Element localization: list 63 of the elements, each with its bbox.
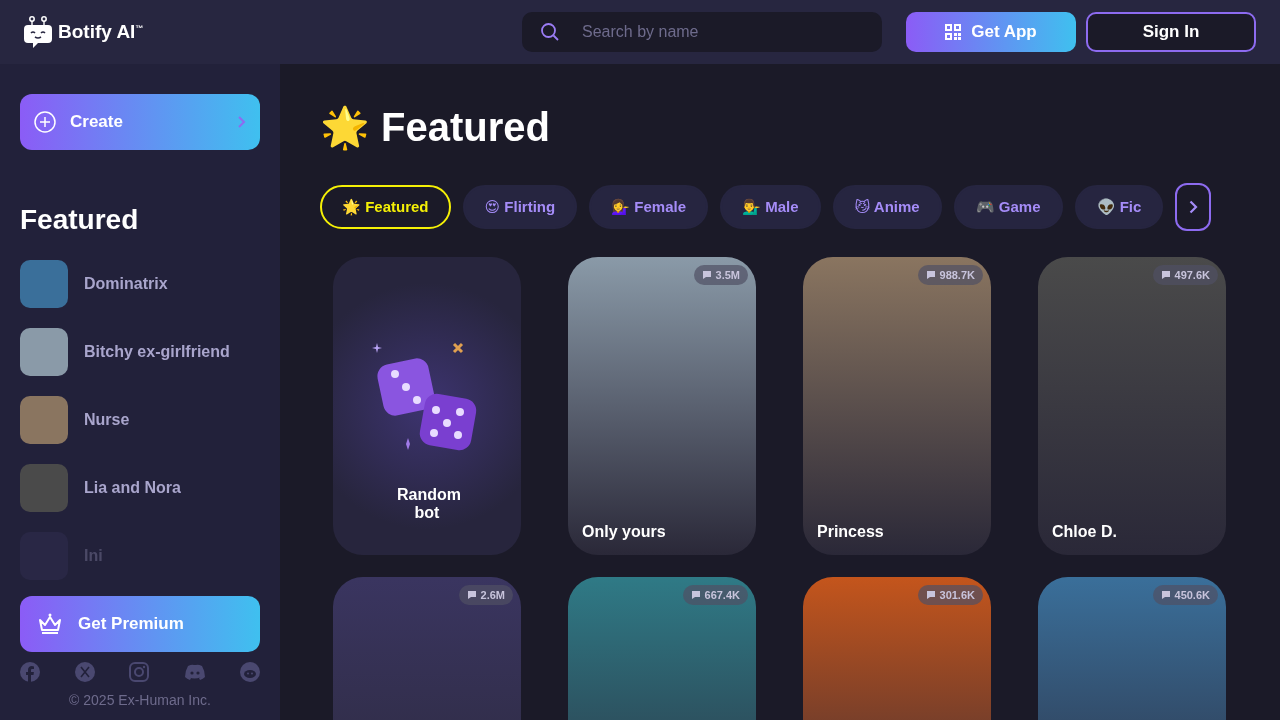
- category-tab[interactable]: 💁‍♀ Female: [589, 185, 709, 229]
- search-input[interactable]: Search by name: [580, 22, 864, 42]
- search-icon: [540, 22, 560, 42]
- chat-bubble-icon: [1160, 270, 1171, 280]
- bot-list-item[interactable]: Bitchy ex-girlfriend: [20, 328, 260, 376]
- chat-bubble-icon: [701, 270, 712, 280]
- card-title: Chloe D.: [1052, 523, 1118, 541]
- bot-list-item[interactable]: Dominatrix: [20, 260, 260, 308]
- reddit-icon[interactable]: [240, 662, 260, 682]
- category-tab[interactable]: 🎮 Game: [953, 185, 1063, 229]
- bot-card[interactable]: 2.6M: [333, 577, 521, 720]
- category-tab[interactable]: 👽 Fic: [1074, 185, 1164, 229]
- avatar-placeholder: [20, 464, 68, 512]
- avatar-placeholder: [20, 328, 68, 376]
- chat-count-badge: 2.6M: [458, 585, 513, 605]
- copyright-text: © 2025 Ex-Human Inc.: [68, 692, 212, 708]
- avatar-placeholder: [20, 260, 68, 308]
- chat-count-badge: 667.4K: [682, 585, 748, 605]
- create-button[interactable]: Create: [20, 94, 260, 150]
- search-bar[interactable]: Search by name: [522, 12, 882, 52]
- get-premium-button[interactable]: Get Premium: [20, 596, 260, 652]
- x-logo-icon[interactable]: [74, 662, 95, 682]
- scroll-right-button[interactable]: [1175, 183, 1212, 231]
- card-title: Only yours: [582, 523, 667, 541]
- sign-in-button[interactable]: Sign In: [1086, 12, 1256, 52]
- bot-card[interactable]: 988.7K Princess: [803, 257, 991, 555]
- qr-code-icon: [945, 24, 962, 40]
- chat-count-badge: 301.6K: [917, 585, 983, 605]
- instagram-icon[interactable]: [129, 662, 149, 682]
- bot-list-item[interactable]: Nurse: [20, 396, 260, 444]
- avatar-placeholder: [20, 396, 68, 444]
- plus-circle-icon: [34, 111, 56, 133]
- bot-card[interactable]: 497.6K Chloe D.: [1038, 257, 1226, 555]
- chevron-right-icon: [238, 116, 246, 128]
- chat-bubble-icon: [925, 270, 936, 280]
- category-tab[interactable]: 🌟 Featured: [320, 185, 451, 229]
- chat-bubble-icon: [690, 590, 701, 600]
- bot-card[interactable]: 301.6K: [803, 577, 991, 720]
- category-tab[interactable]: 💁‍♂ Male: [720, 185, 821, 229]
- section-title: Featured: [20, 204, 140, 236]
- random-bot-card[interactable]: Random bot: [333, 257, 521, 555]
- page-title: 🌟 Featured: [320, 104, 552, 151]
- category-tab[interactable]: 😼 Anime: [832, 185, 942, 229]
- chevron-right-icon: [1188, 200, 1198, 214]
- category-tab[interactable]: 😍 Flirting: [462, 185, 578, 229]
- chat-bubble-icon: [466, 590, 477, 600]
- bot-card[interactable]: 450.6K: [1038, 577, 1226, 720]
- facebook-icon[interactable]: [20, 662, 40, 682]
- discord-icon[interactable]: [183, 664, 206, 680]
- chat-bubble-icon: [1160, 590, 1171, 600]
- card-title: Princess: [817, 523, 885, 541]
- crown-icon: [38, 613, 62, 635]
- chat-bubble-icon: [925, 590, 936, 600]
- get-app-button[interactable]: Get App: [906, 12, 1076, 52]
- chat-count-badge: 497.6K: [1152, 265, 1218, 285]
- bot-list-item[interactable]: Lia and Nora: [20, 464, 260, 512]
- robot-logo-icon: [24, 16, 52, 48]
- chat-count-badge: 3.5M: [693, 265, 748, 285]
- chat-count-badge: 988.7K: [917, 265, 983, 285]
- bot-card[interactable]: 3.5M Only yours: [568, 257, 756, 555]
- brand-name[interactable]: Botify AI$^{™}$: [58, 21, 144, 43]
- bot-card[interactable]: 667.4K: [568, 577, 756, 720]
- chat-count-badge: 450.6K: [1152, 585, 1218, 605]
